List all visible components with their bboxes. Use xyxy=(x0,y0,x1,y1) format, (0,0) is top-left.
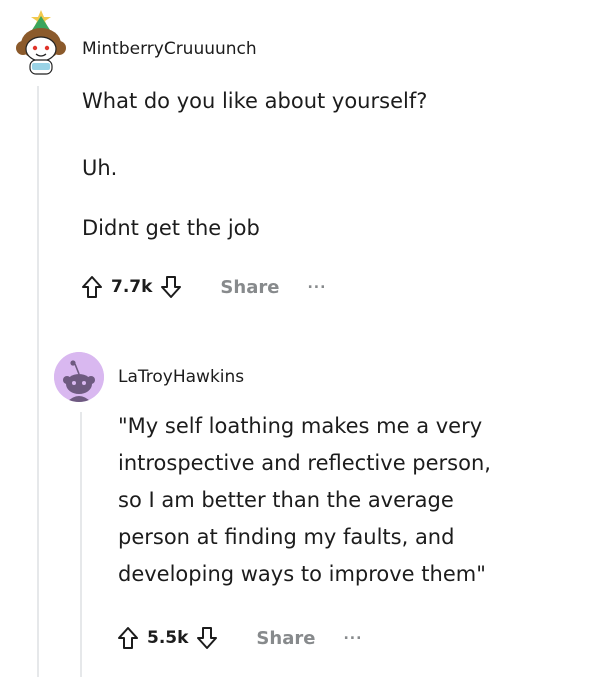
vote-count: 7.7k xyxy=(111,277,153,297)
comment1-paragraph-2: Uh. xyxy=(82,156,118,180)
comment1-paragraph-1: What do you like about yourself? xyxy=(82,89,428,113)
comment1-action-bar: 7.7k Share ... xyxy=(81,269,326,305)
more-options-icon[interactable]: ... xyxy=(343,627,362,643)
thread-line-main[interactable] xyxy=(37,86,39,677)
comment2-line-2: introspective and reflective person, xyxy=(118,451,491,475)
default-snoo-icon xyxy=(54,352,104,402)
more-options-icon[interactable]: ... xyxy=(307,276,326,292)
comment2-line-5: developing ways to improve them" xyxy=(118,562,486,586)
thread-line-reply[interactable] xyxy=(80,412,82,677)
downvote-icon[interactable] xyxy=(196,626,218,650)
comment2-line-4: person at finding my faults, and xyxy=(118,525,455,549)
downvote-icon[interactable] xyxy=(160,275,182,299)
comment2-action-bar: 5.5k Share ... xyxy=(117,620,362,656)
avatar-mintberry[interactable] xyxy=(12,8,70,78)
share-button[interactable]: Share xyxy=(256,628,315,649)
username-mintberry[interactable]: MintberryCruuuunch xyxy=(82,39,257,59)
vote-count: 5.5k xyxy=(147,628,189,648)
comment1-paragraph-3: Didnt get the job xyxy=(82,216,260,240)
upvote-icon[interactable] xyxy=(117,626,139,650)
comment2-line-3: so I am better than the average xyxy=(118,488,454,512)
upvote-icon[interactable] xyxy=(81,275,103,299)
share-button[interactable]: Share xyxy=(220,277,279,298)
comment2-line-1: "My self loathing makes me a very xyxy=(118,414,483,438)
snoo-avatar-icon xyxy=(16,10,66,75)
avatar-latroy[interactable] xyxy=(54,352,104,402)
username-latroy[interactable]: LaTroyHawkins xyxy=(118,367,244,387)
